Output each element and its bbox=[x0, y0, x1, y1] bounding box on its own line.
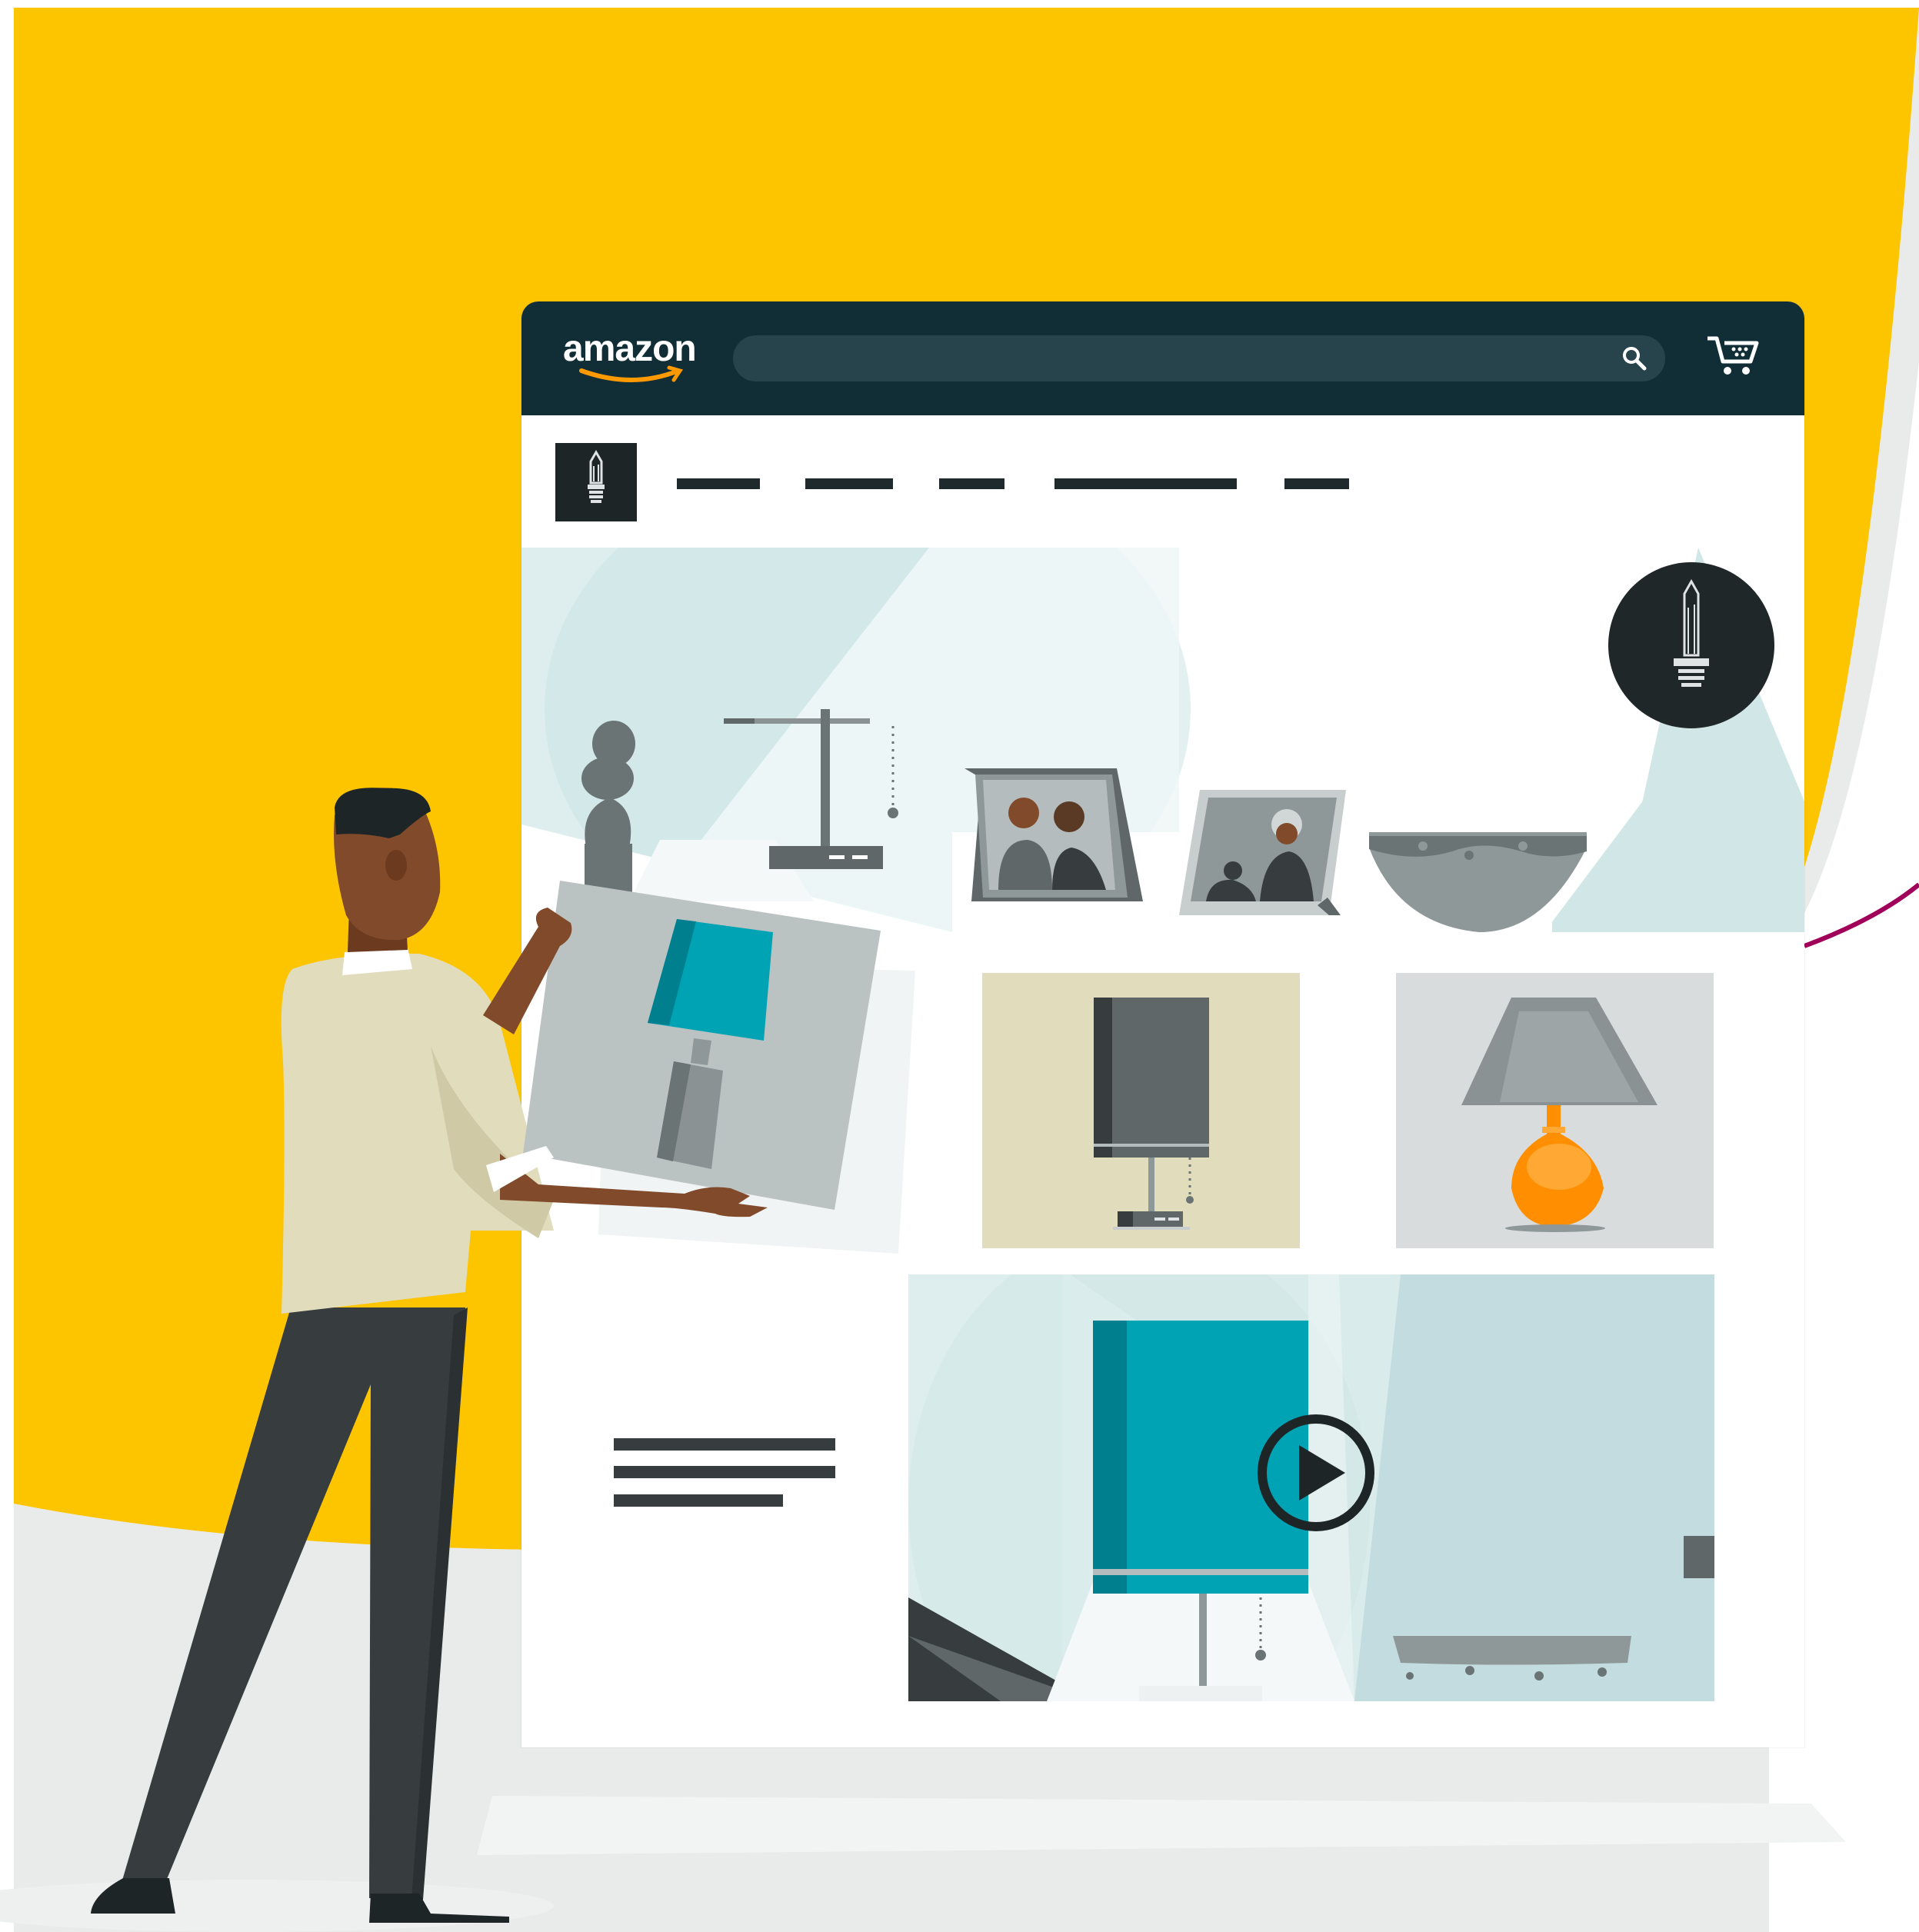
nav-item[interactable] bbox=[939, 478, 1004, 489]
hero-banner[interactable] bbox=[521, 548, 1804, 932]
light-bulb-badge[interactable] bbox=[1608, 562, 1774, 728]
nav-item[interactable] bbox=[1054, 478, 1237, 489]
nav-item[interactable] bbox=[1284, 478, 1349, 489]
product-tile-orange-lamp[interactable] bbox=[1396, 973, 1714, 1248]
search-input[interactable] bbox=[733, 335, 1665, 381]
store-logo[interactable] bbox=[555, 443, 637, 521]
nav-item[interactable] bbox=[805, 478, 893, 489]
photo-frame-product[interactable] bbox=[1179, 790, 1346, 915]
smile-arrow-icon bbox=[579, 365, 683, 382]
browser-window: amazon bbox=[521, 301, 1804, 1747]
nav-item[interactable] bbox=[677, 478, 760, 489]
description-text-block bbox=[614, 1438, 835, 1507]
play-icon[interactable] bbox=[1258, 1414, 1374, 1531]
video-panel[interactable] bbox=[908, 1274, 1714, 1701]
product-tile-floor-lamp[interactable] bbox=[982, 973, 1300, 1248]
light-bulb-icon bbox=[588, 450, 605, 503]
cart-icon[interactable] bbox=[1706, 334, 1761, 377]
amazon-logo[interactable]: amazon bbox=[563, 328, 717, 382]
search-icon[interactable] bbox=[1621, 345, 1648, 372]
browser-topbar: amazon bbox=[521, 301, 1804, 415]
photo-frame-product[interactable] bbox=[964, 768, 1143, 901]
